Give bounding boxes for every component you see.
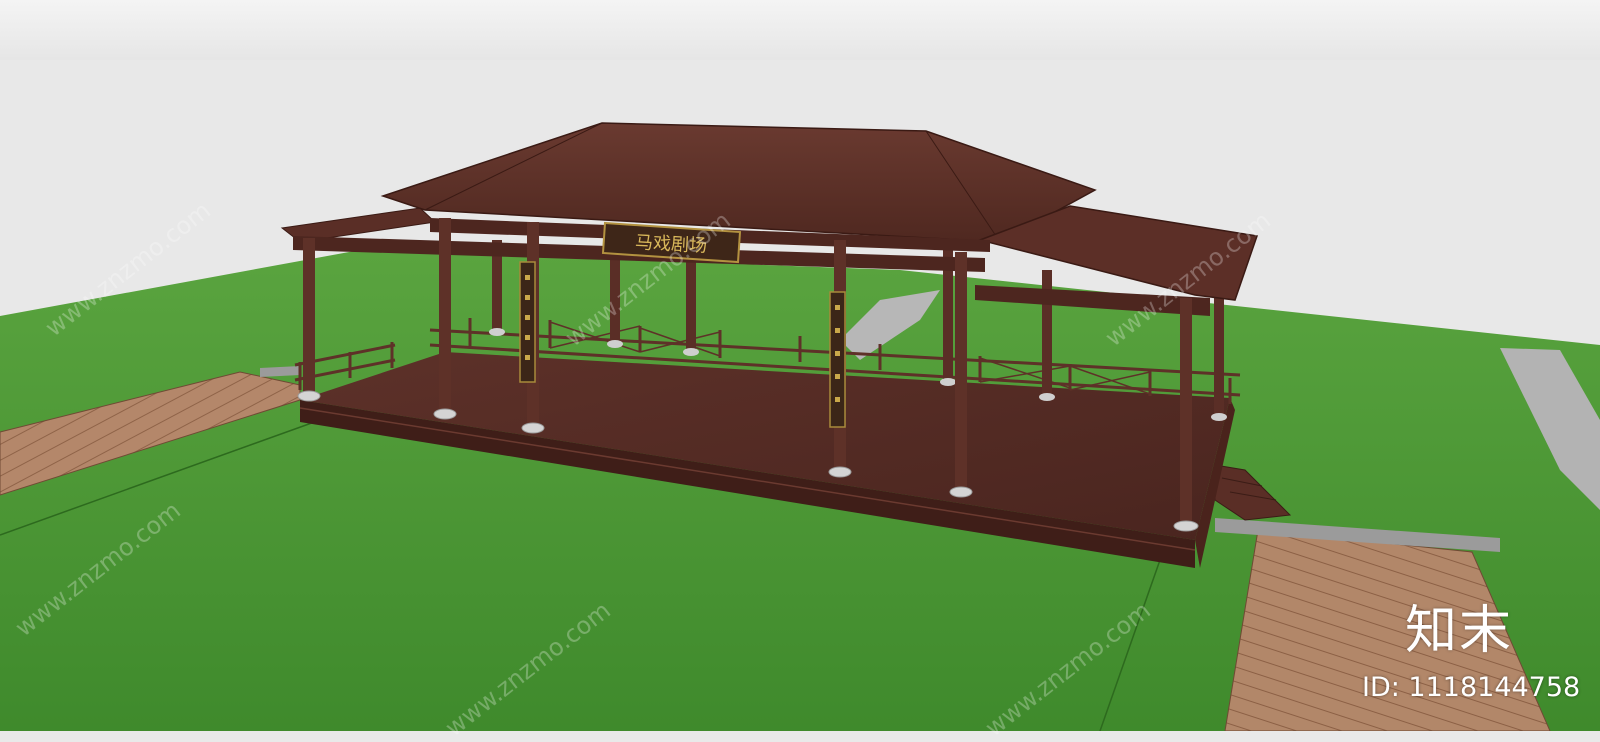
watermark-id: ID: 1118144758 bbox=[1362, 672, 1581, 703]
top-bar bbox=[0, 0, 1600, 60]
watermark-brand: 知末 bbox=[1405, 601, 1514, 661]
scene-canvas: 马戏剧场 bbox=[0, 60, 1600, 731]
couplet-board-right bbox=[829, 291, 846, 428]
